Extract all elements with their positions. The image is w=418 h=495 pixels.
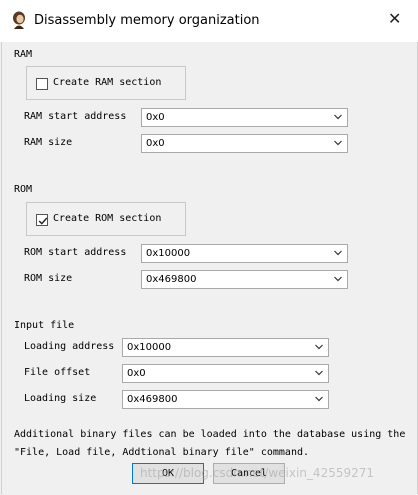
rom-size-combo[interactable]: 0x469800 [141,270,348,289]
rom-start-value: 0x10000 [146,248,191,259]
loading-address-combo[interactable]: 0x10000 [122,338,329,357]
rom-start-address-combo[interactable]: 0x10000 [141,244,348,263]
loading-size-label: Loading size [24,393,97,404]
ram-size-combo[interactable]: 0x0 [141,134,348,153]
ram-create-group: Create RAM section [26,66,186,100]
chevron-down-icon [334,140,342,146]
chevron-down-icon [315,344,323,350]
loading-address-value: 0x10000 [127,342,172,353]
info-message: Additional binary files can be loaded in… [14,426,412,462]
checkmark-icon [38,217,48,225]
file-offset-value: 0x0 [127,368,146,379]
rom-start-label: ROM start address [24,247,127,258]
rom-create-group: Create ROM section [26,202,186,236]
chevron-down-icon [315,370,323,376]
ram-heading: RAM [14,49,33,60]
window-title: Disassembly memory organization [34,13,260,28]
file-offset-combo[interactable]: 0x0 [122,364,329,383]
rom-size-value: 0x469800 [146,274,197,285]
chevron-down-icon [334,114,342,120]
ram-size-label: RAM size [24,137,73,148]
ram-start-value: 0x0 [146,112,165,123]
loading-address-label: Loading address [24,341,115,352]
loading-size-combo[interactable]: 0x469800 [122,390,329,409]
rom-create-label[interactable]: Create ROM section [53,213,161,224]
ram-size-value: 0x0 [146,138,165,149]
info-message-line-1: Additional binary files can be loaded in… [14,429,406,440]
chevron-down-icon [334,276,342,282]
ida-app-icon [13,11,25,29]
watermark-text: https://blog.csdn.net/weixin_42559271 [140,466,375,480]
info-message-line-2: "File, Load file, Addtional binary file"… [14,447,310,458]
input-file-heading: Input file [14,320,75,331]
loading-size-value: 0x469800 [127,394,178,405]
close-icon[interactable]: ✕ [388,9,401,28]
rom-size-label: ROM size [24,273,73,284]
ram-create-checkbox[interactable] [36,78,48,90]
ram-start-label: RAM start address [24,111,127,122]
rom-heading: ROM [14,184,33,195]
chevron-down-icon [315,396,323,402]
ram-start-address-combo[interactable]: 0x0 [141,108,348,127]
chevron-down-icon [334,250,342,256]
ram-create-label[interactable]: Create RAM section [53,77,161,88]
file-offset-label: File offset [24,367,91,378]
rom-create-checkbox[interactable] [36,214,48,226]
title-bar: Disassembly memory organization ✕ [0,0,418,42]
